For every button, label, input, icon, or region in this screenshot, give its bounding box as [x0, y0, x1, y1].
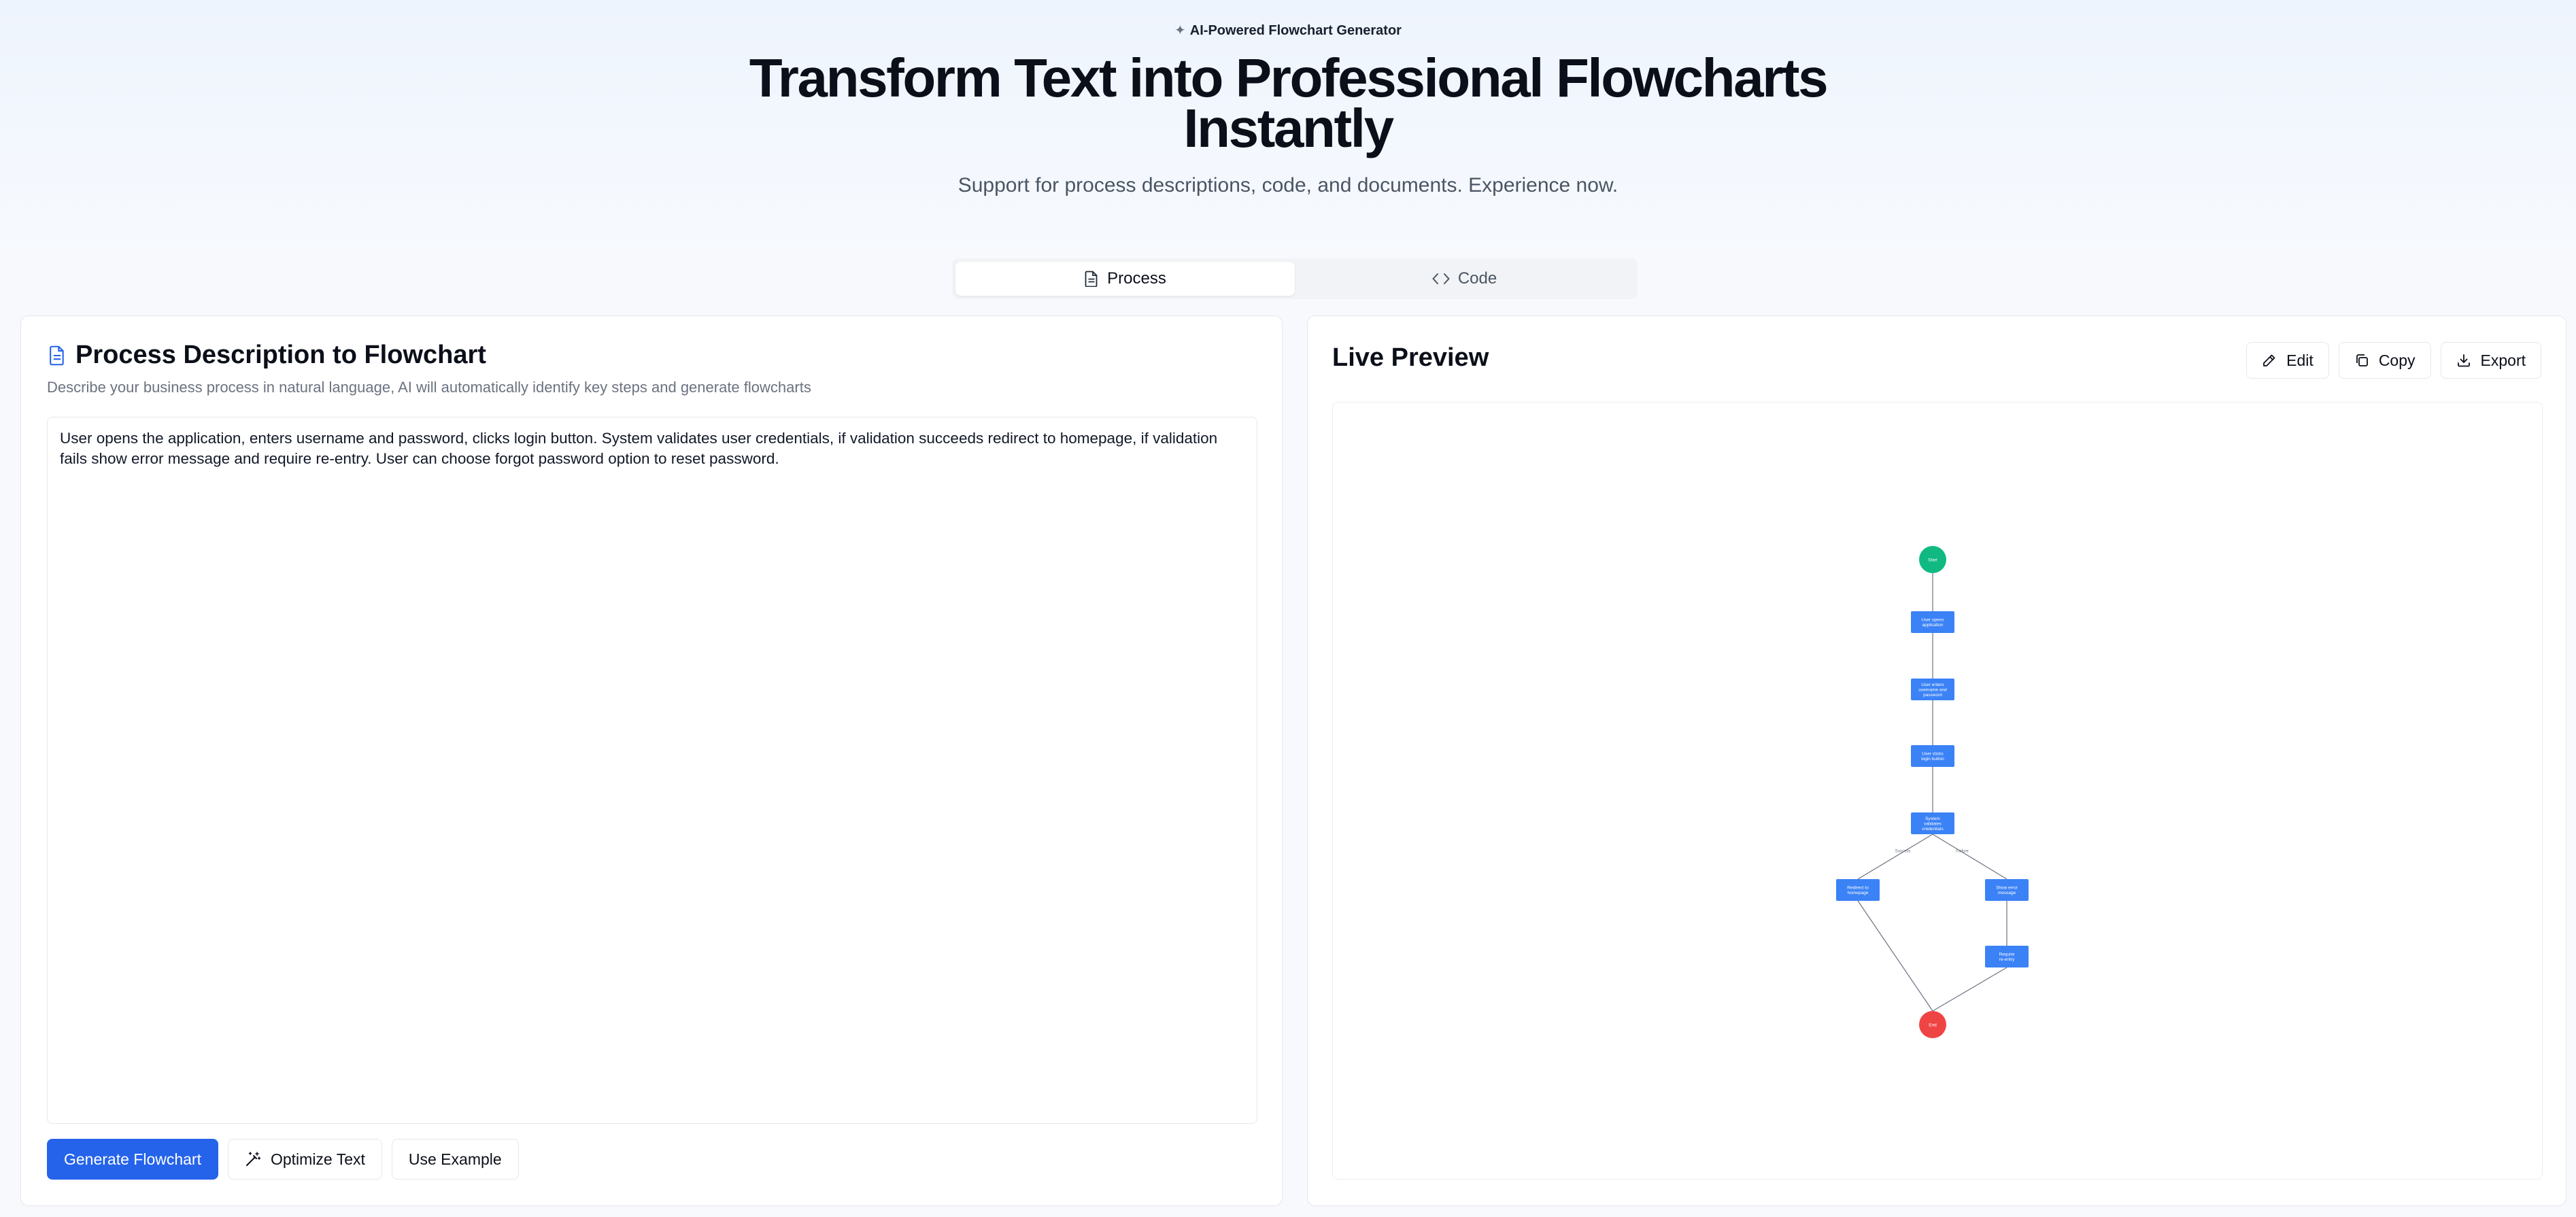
magic-wand-icon [245, 1152, 261, 1166]
flowchart-edge [1932, 834, 2007, 880]
flowchart-node-enter[interactable]: User entersusername andpassword [1911, 679, 1954, 700]
process-panel-title: Process Description to Flowchart [48, 341, 486, 370]
optimize-text-button[interactable]: Optimize Text [227, 1139, 382, 1180]
flowchart-edge [1932, 967, 2007, 1012]
copy-icon [2356, 354, 2368, 366]
flowchart-node-label: credentials [1922, 827, 1944, 832]
flowchart-node-label: message [1998, 891, 2016, 895]
edit-label: Edit [2286, 351, 2314, 369]
flowchart-node-label: Require [1999, 953, 2015, 957]
optimize-text-label: Optimize Text [270, 1150, 365, 1168]
process-panel-description: Describe your business process in natura… [47, 379, 811, 396]
page-title-line-2: Instantly [1183, 98, 1394, 158]
live-preview-title: Live Preview [1332, 343, 1489, 372]
live-preview-panel: Live Preview Edit Copy Export Success Fai… [1307, 315, 2566, 1206]
tab-code-label: Code [1457, 269, 1497, 288]
flowchart-edge [1857, 834, 1933, 880]
hero-section: ✦ AI-Powered Flowchart Generator Transfor… [0, 0, 2576, 249]
flowchart-node-label: application [1922, 623, 1943, 628]
flowchart-node-label: User enters [1921, 683, 1944, 687]
flowchart-edge-label: Failure [1956, 849, 1969, 853]
process-description-input[interactable]: User opens the application, enters usern… [47, 417, 1257, 1124]
flowchart-node-end[interactable]: End [1919, 1011, 1946, 1038]
mode-tabs: Process Code [952, 258, 1638, 299]
flowchart-node-click[interactable]: User clickslogin button [1911, 745, 1954, 767]
flowchart-node-redirect[interactable]: Redirect tohomepage [1836, 879, 1880, 901]
export-label: Export [2480, 351, 2526, 369]
flowchart-node-validate[interactable]: Systemvalidatescredentials [1911, 812, 1954, 834]
flowchart-node-label: User opens [1921, 618, 1944, 623]
flowchart-edge-label: Success [1895, 849, 1911, 853]
page-subtitle: Support for process descriptions, code, … [957, 174, 1619, 196]
flowchart-diagram: Success Failure Start User opensapplication… [1836, 546, 2029, 1038]
flowchart-node-label: Start [1928, 558, 1937, 562]
process-input-panel: Process Description to Flowchart Describ… [20, 315, 1283, 1206]
use-example-button[interactable]: Use Example [391, 1139, 519, 1180]
sparkles-icon: ✦ [1174, 23, 1186, 38]
preview-actions: Edit Copy Export [2246, 342, 2541, 379]
flowchart-node-label: password [1923, 693, 1942, 698]
pencil-icon [2263, 354, 2275, 366]
flowchart-node-label: End [1929, 1023, 1937, 1027]
flowchart-node-label: System [1925, 817, 1940, 821]
page-title: Transform Text into Professional Flowcha… [744, 51, 1832, 156]
hero-badge-label: AI-Powered Flowchart Generator [1189, 23, 1402, 38]
flowchart-node-start[interactable]: Start [1919, 546, 1946, 573]
document-icon [50, 345, 64, 365]
flowchart-node-label: username and [1918, 687, 1947, 692]
flowchart-canvas[interactable]: Success Failure Start User opens application… [1332, 402, 2543, 1180]
generate-flowchart-button[interactable]: Generate Flowchart [47, 1139, 218, 1180]
export-button[interactable]: Export [2440, 342, 2541, 379]
flowchart-node-label: homepage [1848, 891, 1869, 895]
flowchart-node-reentry[interactable]: Requirere-entry [1985, 946, 2029, 967]
tab-process-label: Process [1107, 269, 1166, 288]
copy-label: Copy [2378, 351, 2416, 369]
flowchart-node-label: re-entry [1999, 957, 2015, 962]
code-icon [1432, 273, 1450, 284]
flowchart-node-label: Show error [1996, 886, 2018, 891]
flowchart-node-error[interactable]: Show errormessage [1985, 879, 2029, 901]
copy-button[interactable]: Copy [2338, 342, 2431, 379]
tab-process[interactable]: Process [955, 262, 1295, 296]
document-icon [1085, 271, 1098, 287]
flowchart-node-open[interactable]: User opensapplication [1911, 611, 1954, 633]
flowchart-node-label: login button [1921, 757, 1944, 761]
edit-button[interactable]: Edit [2246, 342, 2329, 379]
generate-flowchart-label: Generate Flowchart [64, 1150, 201, 1168]
hero-badge: ✦ AI-Powered Flowchart Generator [0, 22, 2576, 39]
tab-code[interactable]: Code [1295, 262, 1634, 296]
flowchart-node-label: Redirect to [1847, 886, 1869, 891]
download-icon [2457, 354, 2470, 367]
use-example-label: Use Example [408, 1150, 502, 1168]
flowchart-edge [1857, 900, 1933, 1012]
process-panel-title-text: Process Description to Flowchart [75, 341, 486, 369]
process-actions: Generate Flowchart Optimize Text Use Exa… [47, 1139, 519, 1180]
flowchart-node-label: validates [1924, 821, 1942, 826]
flowchart-node-label: User clicks [1922, 752, 1944, 757]
